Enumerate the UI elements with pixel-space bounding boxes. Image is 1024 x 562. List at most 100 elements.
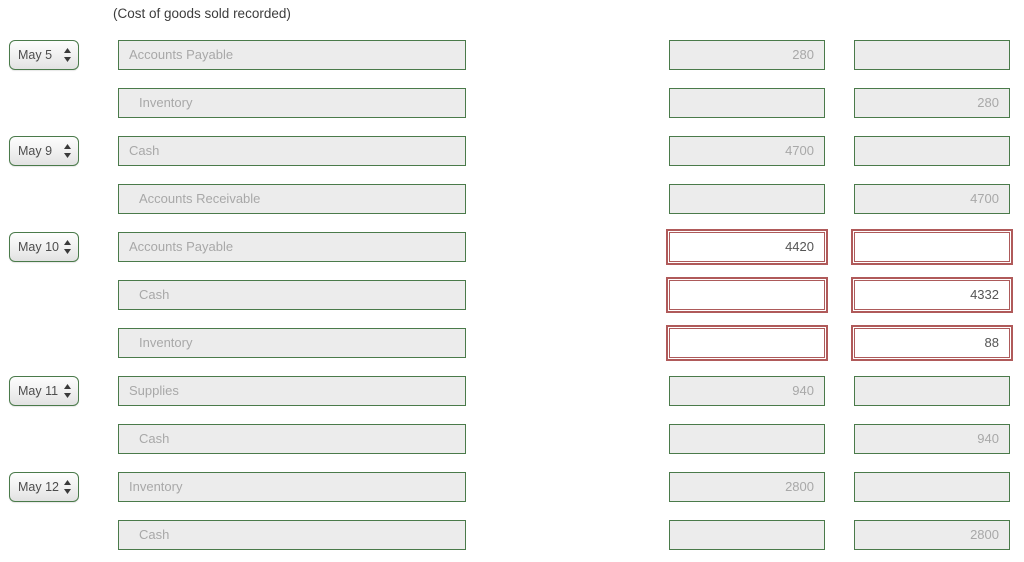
account-input[interactable]: Inventory — [118, 88, 466, 118]
updown-spinner-icon — [64, 48, 71, 62]
account-input-value: Supplies — [129, 383, 179, 398]
account-field-cell: Accounts Payable — [118, 232, 466, 262]
debit-field-cell — [666, 277, 828, 313]
credit-input[interactable]: 4332 — [851, 277, 1013, 313]
debit-input[interactable] — [666, 325, 828, 361]
credit-field-cell — [854, 136, 1010, 166]
journal-row: Inventory 280 — [0, 80, 1024, 128]
account-field-cell: Inventory — [118, 88, 466, 118]
credit-field-cell — [854, 472, 1010, 502]
credit-field-cell: 2800 — [854, 520, 1010, 550]
credit-input[interactable]: 280 — [854, 88, 1010, 118]
journal-entry-table: May 5 Accounts Payable 280 Inventory 280 May … — [0, 32, 1024, 560]
debit-input[interactable]: 4420 — [666, 229, 828, 265]
account-field-cell: Cash — [118, 520, 466, 550]
journal-row: May 9 Cash 4700 — [0, 128, 1024, 176]
account-input-value: Accounts Payable — [129, 47, 234, 62]
credit-input-value: 88 — [984, 335, 999, 350]
credit-field-cell: 4332 — [851, 277, 1013, 313]
account-input-value: Inventory — [129, 479, 183, 494]
credit-field-cell: 88 — [851, 325, 1013, 361]
journal-row: Cash 940 — [0, 416, 1024, 464]
credit-input[interactable]: 88 — [851, 325, 1013, 361]
account-field-cell: Cash — [118, 424, 466, 454]
debit-input[interactable] — [669, 184, 825, 214]
credit-field-cell — [854, 40, 1010, 70]
account-input[interactable]: Inventory — [118, 328, 466, 358]
account-input[interactable]: Accounts Payable — [118, 232, 466, 262]
debit-input[interactable] — [666, 277, 828, 313]
account-input[interactable]: Supplies — [118, 376, 466, 406]
credit-input[interactable] — [854, 136, 1010, 166]
debit-input[interactable] — [669, 424, 825, 454]
updown-spinner-icon — [64, 480, 71, 494]
debit-input[interactable]: 4700 — [669, 136, 825, 166]
journal-caption: (Cost of goods sold recorded) — [113, 6, 291, 21]
debit-input-value: 2800 — [785, 479, 814, 494]
debit-input[interactable] — [669, 520, 825, 550]
debit-field-cell — [666, 325, 828, 361]
account-input-value: Accounts Receivable — [139, 191, 261, 206]
account-field-cell: Accounts Payable — [118, 40, 466, 70]
credit-input-value: 4332 — [970, 287, 999, 302]
date-select-value: May 10 — [18, 240, 59, 254]
account-input-value: Cash — [139, 527, 170, 542]
date-select-cell: May 11 — [9, 376, 79, 406]
date-select-value: May 9 — [18, 144, 53, 158]
debit-field-cell: 940 — [669, 376, 825, 406]
date-select-value: May 12 — [18, 480, 59, 494]
credit-input[interactable] — [851, 229, 1013, 265]
date-select[interactable]: May 10 — [9, 232, 79, 262]
journal-row: Accounts Receivable 4700 — [0, 176, 1024, 224]
account-input[interactable]: Cash — [118, 424, 466, 454]
debit-input[interactable]: 2800 — [669, 472, 825, 502]
date-select[interactable]: May 12 — [9, 472, 79, 502]
journal-row: Cash 4332 — [0, 272, 1024, 320]
journal-row: Cash 2800 — [0, 512, 1024, 560]
account-input-value: Cash — [139, 431, 170, 446]
credit-input-value: 940 — [977, 431, 999, 446]
date-select-cell: May 10 — [9, 232, 79, 262]
account-field-cell: Supplies — [118, 376, 466, 406]
account-input-value: Inventory — [139, 95, 193, 110]
account-field-cell: Inventory — [118, 472, 466, 502]
account-input-value: Inventory — [139, 335, 193, 350]
credit-input-value: 280 — [977, 95, 999, 110]
date-select-cell: May 5 — [9, 40, 79, 70]
account-input[interactable]: Cash — [118, 136, 466, 166]
debit-field-cell: 280 — [669, 40, 825, 70]
journal-row: May 11 Supplies 940 — [0, 368, 1024, 416]
credit-input[interactable]: 940 — [854, 424, 1010, 454]
credit-field-cell: 280 — [854, 88, 1010, 118]
credit-input[interactable] — [854, 472, 1010, 502]
debit-input[interactable]: 940 — [669, 376, 825, 406]
date-select[interactable]: May 5 — [9, 40, 79, 70]
account-input[interactable]: Accounts Receivable — [118, 184, 466, 214]
account-input-value: Cash — [139, 287, 170, 302]
debit-input[interactable] — [669, 88, 825, 118]
credit-field-cell: 4700 — [854, 184, 1010, 214]
date-select-cell: May 12 — [9, 472, 79, 502]
account-input[interactable]: Accounts Payable — [118, 40, 466, 70]
debit-field-cell — [669, 184, 825, 214]
debit-input-value: 4420 — [785, 239, 814, 254]
credit-input[interactable] — [854, 40, 1010, 70]
date-select[interactable]: May 9 — [9, 136, 79, 166]
debit-input-value: 940 — [792, 383, 814, 398]
debit-field-cell: 4700 — [669, 136, 825, 166]
credit-field-cell — [851, 229, 1013, 265]
debit-input-value: 280 — [792, 47, 814, 62]
account-input[interactable]: Cash — [118, 280, 466, 310]
account-input[interactable]: Inventory — [118, 472, 466, 502]
credit-input[interactable]: 2800 — [854, 520, 1010, 550]
credit-input[interactable]: 4700 — [854, 184, 1010, 214]
journal-row: May 12 Inventory 2800 — [0, 464, 1024, 512]
debit-field-cell — [669, 88, 825, 118]
account-input[interactable]: Cash — [118, 520, 466, 550]
debit-input[interactable]: 280 — [669, 40, 825, 70]
credit-input[interactable] — [854, 376, 1010, 406]
date-select[interactable]: May 11 — [9, 376, 79, 406]
account-field-cell: Cash — [118, 136, 466, 166]
updown-spinner-icon — [64, 144, 71, 158]
date-select-value: May 11 — [18, 384, 59, 398]
